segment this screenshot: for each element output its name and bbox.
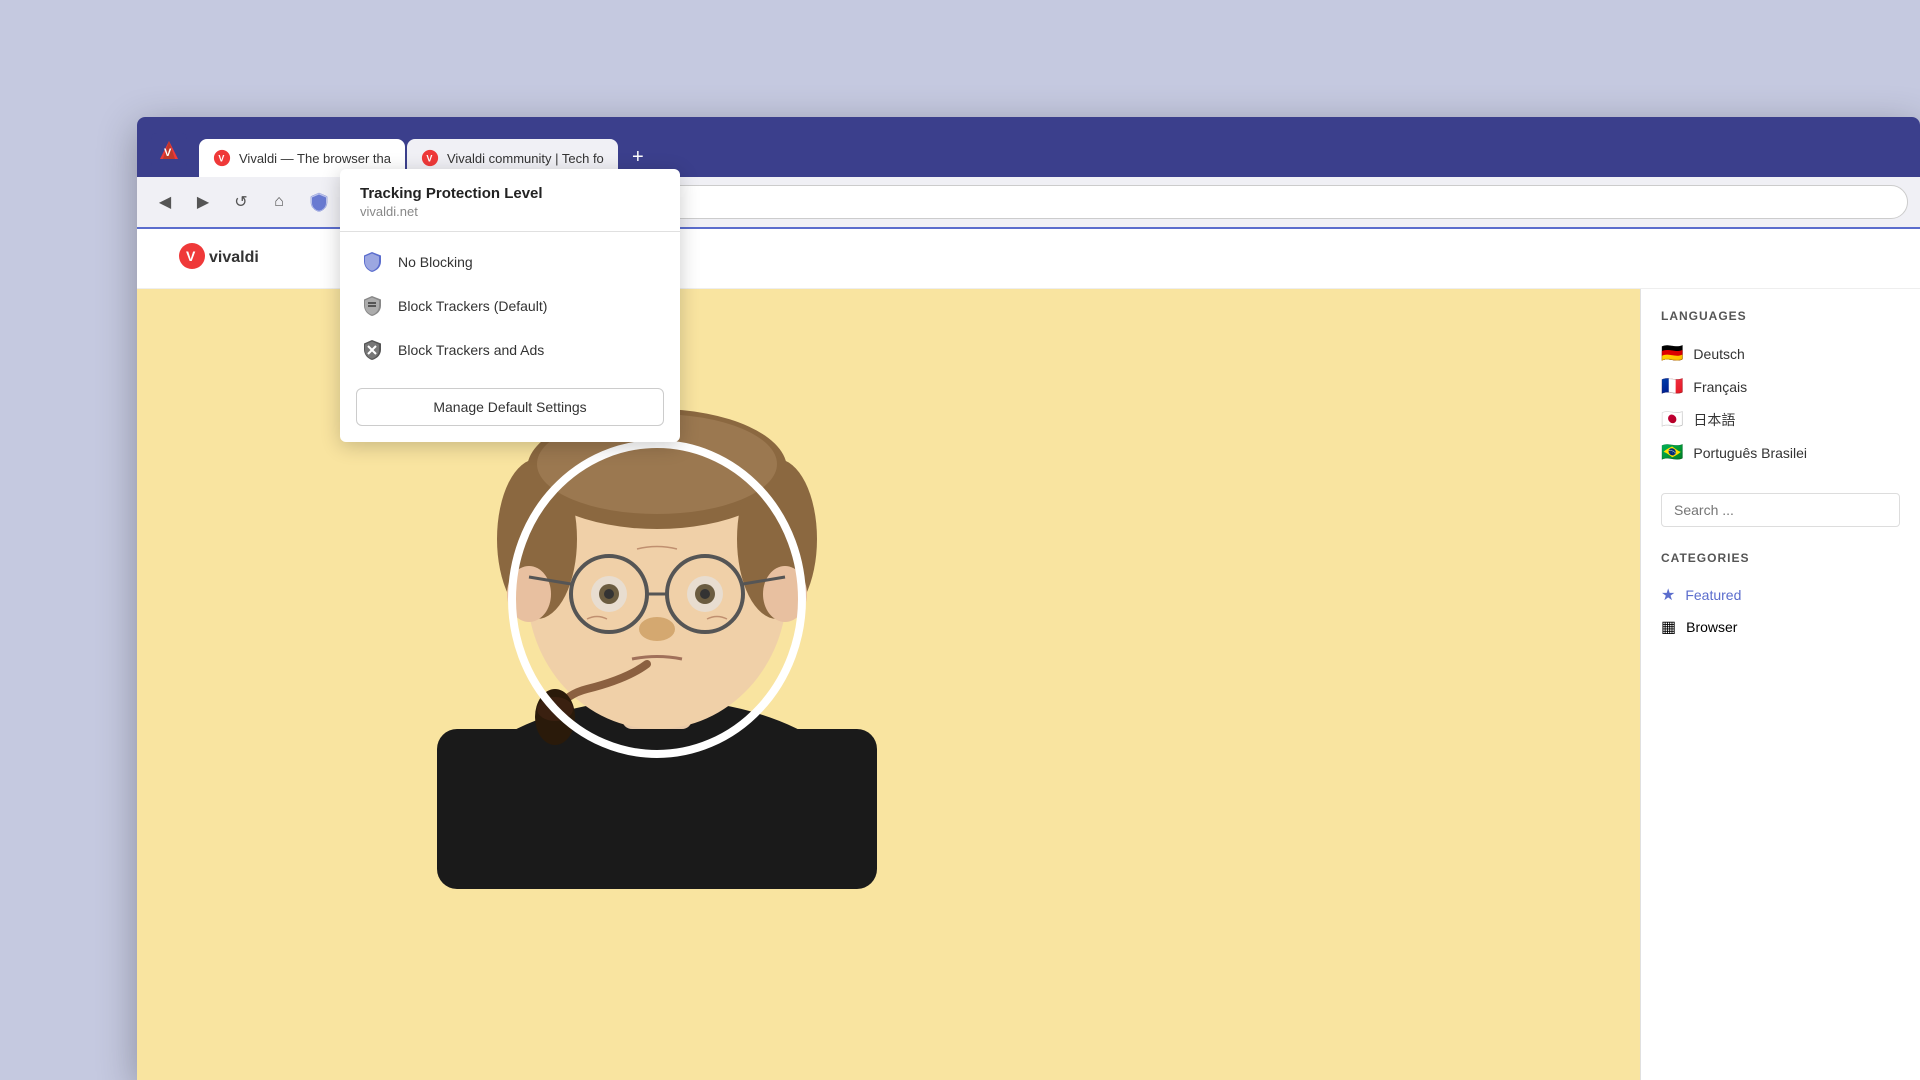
language-label-fr: Français bbox=[1693, 379, 1747, 395]
category-featured[interactable]: ★ Featured bbox=[1661, 579, 1900, 611]
search-section bbox=[1661, 493, 1900, 527]
tab-2-icon: V bbox=[421, 149, 439, 167]
shield-no-blocking-icon bbox=[360, 250, 384, 274]
tracking-option-no-blocking[interactable]: No Blocking bbox=[340, 240, 680, 284]
vivaldi-logo: V bbox=[147, 129, 191, 173]
tracking-title: Tracking Protection Level bbox=[360, 185, 660, 202]
tracking-options: No Blocking Block Trackers (Default) Blo… bbox=[340, 232, 680, 380]
tracking-option-block-trackers-ads[interactable]: Block Trackers and Ads bbox=[340, 328, 680, 372]
tracking-url: vivaldi.net bbox=[360, 204, 660, 219]
tracking-manage: Manage Default Settings bbox=[356, 388, 664, 426]
shield-block-trackers-icon bbox=[360, 294, 384, 318]
featured-icon: ★ bbox=[1661, 585, 1675, 605]
category-featured-label: Featured bbox=[1685, 587, 1741, 603]
language-item-pt[interactable]: 🇧🇷 Português Brasilei bbox=[1661, 436, 1900, 469]
language-label-pt: Português Brasilei bbox=[1693, 445, 1807, 461]
block-trackers-label: Block Trackers (Default) bbox=[398, 298, 547, 314]
tracking-dropdown: Tracking Protection Level vivaldi.net No… bbox=[340, 169, 680, 442]
tracking-protection-button[interactable] bbox=[301, 184, 337, 220]
language-item-fr[interactable]: 🇫🇷 Français bbox=[1661, 370, 1900, 403]
language-item-ja[interactable]: 🇯🇵 日本語 bbox=[1661, 403, 1900, 436]
flag-fr: 🇫🇷 bbox=[1661, 376, 1683, 397]
tab-1-icon: V bbox=[213, 149, 231, 167]
categories-title: CATEGORIES bbox=[1661, 551, 1900, 565]
language-label-de: Deutsch bbox=[1693, 346, 1744, 362]
sidebar: LANGUAGES 🇩🇪 Deutsch 🇫🇷 Français 🇯🇵 日本語 bbox=[1640, 289, 1920, 1080]
language-label-ja: 日本語 bbox=[1693, 410, 1735, 430]
category-browser-label: Browser bbox=[1686, 619, 1737, 635]
tab-2-title: Vivaldi community | Tech fo bbox=[447, 151, 604, 166]
svg-text:vivaldi: vivaldi bbox=[209, 249, 259, 266]
site-logo: V vivaldi bbox=[177, 241, 297, 277]
forward-button[interactable]: ▶ bbox=[187, 186, 219, 218]
svg-text:V: V bbox=[218, 154, 224, 164]
category-browser[interactable]: ▦ Browser bbox=[1661, 611, 1900, 643]
block-trackers-ads-label: Block Trackers and Ads bbox=[398, 342, 544, 358]
manage-default-settings-button[interactable]: Manage Default Settings bbox=[356, 388, 664, 426]
svg-text:V: V bbox=[164, 147, 172, 159]
tab-bar: V V Vivaldi — The browser tha V Vivaldi … bbox=[137, 117, 1920, 177]
no-blocking-label: No Blocking bbox=[398, 254, 473, 270]
tracking-header: Tracking Protection Level vivaldi.net bbox=[340, 169, 680, 232]
back-button[interactable]: ◀ bbox=[149, 186, 181, 218]
vivaldi-icon: V bbox=[151, 133, 187, 169]
reload-button[interactable]: ↺ bbox=[225, 186, 257, 218]
search-input[interactable] bbox=[1661, 493, 1900, 527]
languages-title: LANGUAGES bbox=[1661, 309, 1900, 323]
svg-text:V: V bbox=[186, 248, 196, 264]
categories-section: CATEGORIES ★ Featured ▦ Browser bbox=[1661, 551, 1900, 643]
svg-text:V: V bbox=[426, 154, 432, 164]
home-button[interactable]: ⌂ bbox=[263, 186, 295, 218]
flag-de: 🇩🇪 bbox=[1661, 343, 1683, 364]
browser-icon: ▦ bbox=[1661, 617, 1676, 637]
flag-pt: 🇧🇷 bbox=[1661, 442, 1683, 463]
language-item-de[interactable]: 🇩🇪 Deutsch bbox=[1661, 337, 1900, 370]
flag-ja: 🇯🇵 bbox=[1661, 409, 1683, 430]
shield-block-ads-icon bbox=[360, 338, 384, 362]
languages-section: LANGUAGES 🇩🇪 Deutsch 🇫🇷 Français 🇯🇵 日本語 bbox=[1661, 309, 1900, 469]
tab-1-title: Vivaldi — The browser tha bbox=[239, 151, 391, 166]
tracking-option-block-trackers[interactable]: Block Trackers (Default) bbox=[340, 284, 680, 328]
